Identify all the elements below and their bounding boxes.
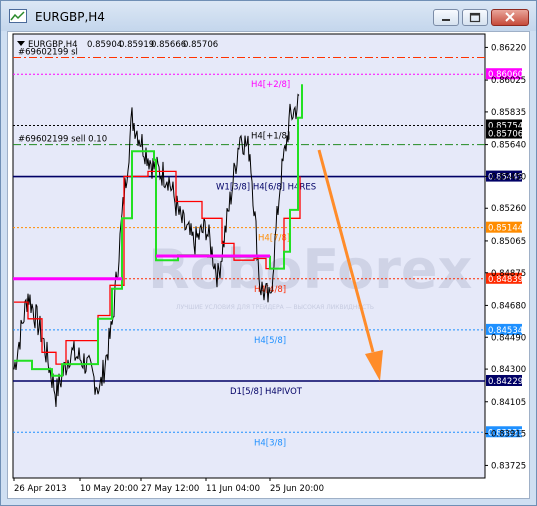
close-button[interactable] [491,9,529,26]
maximize-icon [469,12,481,23]
price-chart[interactable]: RoboForex ЛУЧШИЕ УСЛОВИЯ ДЛЯ ТРЕЙДЕРА — … [8,32,529,498]
price-tag-label: 0.85144 [488,224,523,234]
watermark: RoboForex ЛУЧШИЕ УСЛОВИЯ ДЛЯ ТРЕЙДЕРА — … [148,238,472,311]
ohlc-open: 0.85904 [87,40,122,50]
y-tick-label: 0.86220 [491,43,526,53]
x-tick-label: 26 Apr 2013 [14,484,67,494]
y-tick-label: 0.85065 [491,237,526,247]
y-tick-label: 0.84300 [491,365,526,375]
close-icon [505,12,515,22]
level-label: H4[7/8] [258,234,290,244]
ohlc-high: 0.85919 [119,40,154,50]
title-bar[interactable]: EURGBP,H4 [1,1,536,31]
y-tick-label: 0.85640 [491,141,526,151]
watermark-subtext: ЛУЧШИЕ УСЛОВИЯ ДЛЯ ТРЕЙДЕРА — ВЫСОКАЯ ЛИ… [176,304,374,311]
order-label: #69602199 sell 0.10 [18,135,107,145]
minimize-button[interactable] [433,9,459,26]
level-label: H4[3/8] [254,438,286,448]
y-tick-label: 0.83725 [491,461,526,471]
symbol-label: EURGBP,H4 [28,40,78,50]
y-tick-label: 0.84680 [491,301,526,311]
y-tick-label: 0.84490 [491,333,526,343]
price-tag-label: 0.84229 [488,377,523,387]
x-tick-label: 10 May 20:00 [80,484,138,494]
ohlc-close: 0.85706 [183,40,218,50]
y-tick-label: 0.85260 [491,204,526,214]
x-tick-label: 27 May 12:00 [141,484,199,494]
maximize-button[interactable] [462,9,488,26]
watermark-text: RoboForex [148,238,472,301]
y-tick-label: 0.85450 [491,172,526,182]
level-label: H4[+2/8] [251,80,290,90]
level-label: W1[3/8] H4[6/8] H4RES [216,183,316,193]
level-label: H4[5/8] [254,336,286,346]
ohlc-low: 0.85666 [151,40,186,50]
y-tick-label: 0.84875 [491,269,526,279]
level-label: H4[+1/8] [251,131,290,141]
y-tick-label: 0.86025 [491,76,526,86]
x-tick-label: 25 Jun 20:00 [270,484,324,494]
window-title: EURGBP,H4 [35,10,105,24]
chart-icon [9,9,27,23]
y-tick-label: 0.83915 [491,430,526,440]
y-tick-label: 0.85835 [491,108,526,118]
level-label: D1[5/8] H4PIVOT [230,387,303,397]
y-tick-label: 0.84105 [491,398,526,408]
chart-area[interactable]: RoboForex ЛУЧШИЕ УСЛОВИЯ ДЛЯ ТРЕЙДЕРА — … [7,31,530,499]
minimize-icon [442,19,450,21]
current-price-label: 0.85706 [488,130,523,140]
chart-window: EURGBP,H4 RoboForex ЛУЧШИЕ УСЛОВИЯ ДЛЯ Т… [0,0,537,506]
x-tick-label: 11 Jun 04:00 [206,484,260,494]
